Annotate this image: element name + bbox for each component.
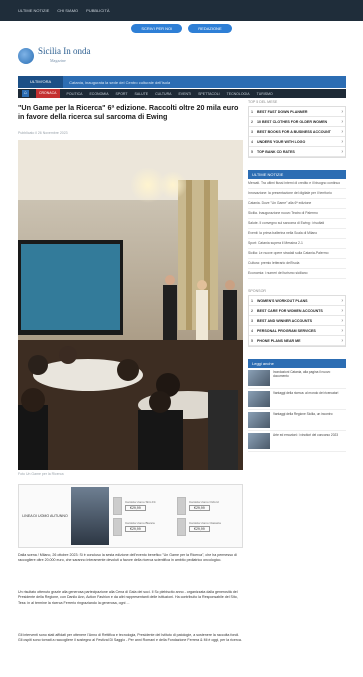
news-item[interactable]: Eventi: la prima ballerina nella Scala d… [248, 229, 346, 239]
list-item[interactable]: 3 BEST AND WINNER ACCOUNTS › [249, 316, 345, 326]
thumbnail-image [248, 412, 270, 428]
nav-item[interactable]: SALUTE [135, 92, 149, 96]
chevron-right-icon: › [341, 307, 343, 314]
chevron-right-icon: › [341, 297, 343, 304]
chevron-right-icon: › [341, 108, 343, 115]
ad-image [71, 487, 109, 545]
thumbnail-image [248, 391, 270, 407]
news-item[interactable]: Mercati. Tra ultimi flussi interni di cr… [248, 179, 346, 189]
news-item[interactable]: Sicilia. Inaugurazione nuovo Teatro di P… [248, 209, 346, 219]
topbar-link[interactable]: PUBBLICITÀ [86, 8, 109, 13]
nav-item[interactable]: TECNOLOGIA [227, 92, 250, 96]
promo-right-button[interactable]: REDAZIONE [188, 24, 232, 33]
shirt-icon [177, 517, 186, 536]
list-item[interactable]: 5 TOP BANK CD RATES › [249, 147, 345, 157]
nav-item[interactable]: EVENTI [178, 92, 191, 96]
list-item[interactable]: 4 UNDERS YOUR WITH LOGO › [249, 137, 345, 147]
list-item[interactable]: 1 WOMEN'S WORKOUT PLANS › [249, 296, 345, 306]
news-item[interactable]: Sport: Catania supera il Messina 2-1 [248, 239, 346, 249]
list-item[interactable]: 5 PHONE PLANS NEAR ME › [249, 336, 345, 346]
article-paragraph: Gli interventi sono stati affidati per o… [18, 633, 242, 643]
chevron-right-icon: › [341, 337, 343, 344]
related-item[interactable]: Vantaggi della ricerca: al mondo dei ric… [248, 389, 346, 410]
related-section-header: Leggi anche [248, 359, 346, 368]
logo-tagline: Magazine [50, 58, 66, 63]
thumbnail-image [248, 370, 270, 386]
main-nav: ⌂ CRONACA POLITICA ECONOMIA SPORT SALUTE… [18, 89, 346, 98]
ad-product[interactable]: Camicia Uomo Slim Fit €29,99 [113, 496, 174, 515]
breaking-news-bar: ULTIM'ORA Catania, inaugurata la sede de… [18, 76, 346, 88]
ad-product[interactable]: Camicia Uomo Bianca €29,99 [113, 517, 174, 536]
ad-product[interactable]: Camicia Uomo Oxford €29,99 [177, 496, 238, 515]
nav-item[interactable]: SPORT [116, 92, 128, 96]
nav-item[interactable]: ECONOMIA [89, 92, 108, 96]
sidebar-top-label: TOP 5 DEL MESE [248, 100, 278, 104]
nav-item[interactable]: CULTURA [155, 92, 171, 96]
logo-icon [18, 48, 34, 64]
news-item[interactable]: Catania. Dove "Un Game" alla 6ª edizione [248, 199, 346, 209]
news-item[interactable]: Economia: i numeri del turismo siciliano [248, 269, 346, 279]
photo-caption: Foto Un Game per la Ricerca [18, 472, 64, 476]
home-icon[interactable]: ⌂ [22, 90, 29, 97]
chevron-right-icon: › [341, 148, 343, 155]
news-item[interactable]: Sicilia: Le nuove opere stradali sulla C… [248, 249, 346, 259]
news-item[interactable]: Salute. Il convegno sul sarcoma di Ewing… [248, 219, 346, 229]
list-item[interactable]: 4 PERSONAL PROGRAM SERVICES › [249, 326, 345, 336]
advertisement-banner[interactable]: LINEA DI UOMO AUTUNNO Camicia Uomo Slim … [18, 484, 243, 548]
list-item[interactable]: 1 BEST FAST DOWN PLANNER › [249, 107, 345, 117]
breaking-tag: ULTIM'ORA [18, 76, 64, 88]
ad-price: €29,99 [189, 505, 210, 511]
thumbnail-image [248, 433, 270, 449]
shirt-icon [113, 517, 122, 536]
ad-price: €29,99 [189, 526, 210, 532]
chevron-right-icon: › [341, 317, 343, 324]
ad-text: LINEA DI UOMO AUTUNNO [22, 513, 68, 518]
list-item[interactable]: 3 BEST BOOKS FOR A BUSINESS ACCOUNT › [249, 127, 345, 137]
promo-buttons: SCRIVI PER NOI REDAZIONE [0, 24, 363, 33]
nav-item[interactable]: SPETTACOLI [198, 92, 220, 96]
article-paragraph: Un risultato ottenuto grazie alla genero… [18, 590, 238, 605]
site-logo[interactable]: Sicilia In onda Magazine [18, 42, 91, 70]
breaking-text[interactable]: Catania, inaugurata la sede del Centro c… [63, 80, 170, 85]
chevron-right-icon: › [341, 128, 343, 135]
list-item[interactable]: 2 10 BEST CLOTHES FOR OLDER WOMEN › [249, 117, 345, 127]
sponsor-label: SPONSOR [248, 289, 266, 293]
event-photo-illustration [18, 140, 243, 470]
news-item[interactable]: Cultura: premio letterario dell'Isola [248, 259, 346, 269]
article-title: "Un Game per la Ricerca" 6ª edizione. Ra… [18, 103, 239, 121]
ad-price: €29,99 [125, 526, 146, 532]
related-item[interactable]: Inondazioni Catania, alla pagina il nuov… [248, 368, 346, 389]
sidebar: TOP 5 DEL MESE 1 BEST FAST DOWN PLANNER › … [248, 100, 346, 452]
article-photo [18, 140, 243, 470]
logo-name: Sicilia In onda [38, 46, 91, 56]
sponsor-list: 1 WOMEN'S WORKOUT PLANS › 2 BEST CARE FOR W… [248, 295, 346, 347]
news-list: Mercati. Tra ultimi flussi interni di cr… [248, 179, 346, 279]
promo-left-button[interactable]: SCRIVI PER NOI [131, 24, 183, 33]
shirt-icon [177, 496, 186, 515]
news-section-header: ULTIME NOTIZIE [248, 170, 346, 179]
chevron-right-icon: › [341, 138, 343, 145]
nav-item[interactable]: CRONACA [36, 89, 60, 98]
shirt-icon [113, 496, 122, 515]
list-item[interactable]: 2 BEST CARE FOR WOMEN ACCOUNTS › [249, 306, 345, 316]
topbar-link[interactable]: ULTIME NOTIZIE [18, 8, 49, 13]
chevron-right-icon: › [341, 327, 343, 334]
news-item[interactable]: Innovazione: la presentazione del digita… [248, 189, 346, 199]
chevron-right-icon: › [341, 118, 343, 125]
article-meta: Pubblicato il 26 Novembre 2023 [18, 131, 68, 135]
nav-item[interactable]: TURISMO [257, 92, 273, 96]
article-paragraph: Dalla scena / Milano, 26 ottobre 2023: S… [18, 553, 237, 563]
related-item[interactable]: Arte ed emozioni: i vincitori del concor… [248, 431, 346, 452]
ad-price: €29,99 [125, 505, 146, 511]
topbar-link[interactable]: CHI SIAMO [57, 8, 78, 13]
nav-item[interactable]: POLITICA [67, 92, 83, 96]
top-bar: ULTIME NOTIZIE CHI SIAMO PUBBLICITÀ [0, 0, 363, 21]
ad-product[interactable]: Camicia Uomo Classica €29,99 [177, 517, 238, 536]
related-item[interactable]: Vantaggi della Regione Sicilia, un incon… [248, 410, 346, 431]
top-list: 1 BEST FAST DOWN PLANNER › 2 10 BEST CLOTHE… [248, 106, 346, 158]
related-list: Inondazioni Catania, alla pagina il nuov… [248, 368, 346, 452]
